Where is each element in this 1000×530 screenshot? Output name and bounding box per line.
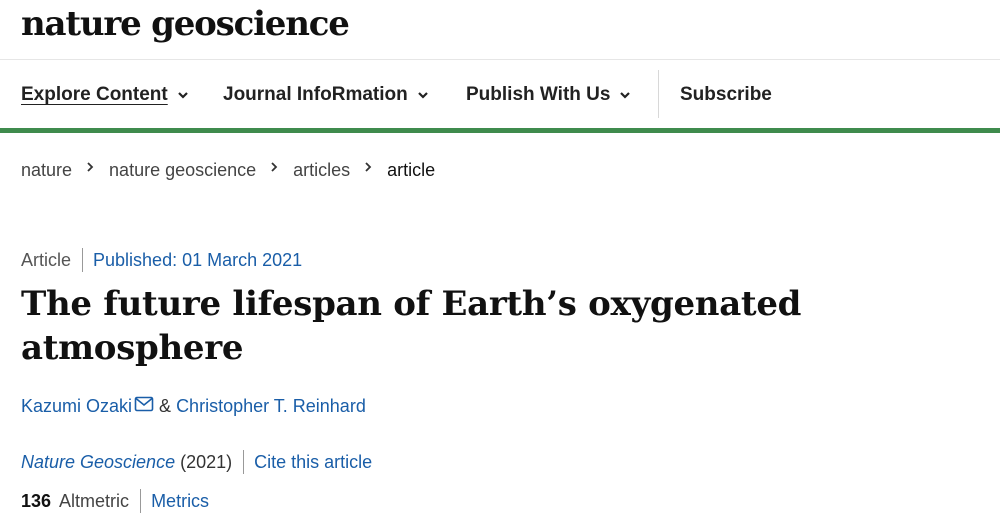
cite-this-article-link[interactable]: Cite this article — [254, 452, 372, 473]
author-link[interactable]: Kazumi Ozaki — [21, 396, 132, 417]
divider — [243, 450, 245, 474]
journal-year: (2021) — [180, 451, 233, 472]
altmetric-score: 136 — [21, 490, 52, 511]
nav-journal-information[interactable]: Journal InfoRmation — [223, 84, 429, 106]
article-title: The future lifespan of Earth’s oxygenate… — [21, 284, 802, 368]
divider — [82, 248, 84, 272]
journal-citation-row: Nature Geoscience (2021) Cite this artic… — [21, 450, 372, 474]
author-conjunction: & — [159, 396, 172, 416]
chevron-down-icon — [620, 92, 631, 99]
article-meta: Article Published: 01 March 2021 — [21, 248, 302, 272]
chevron-down-icon — [417, 92, 428, 99]
journal-name-link[interactable]: Nature Geoscience — [21, 452, 175, 473]
nav-explore-content[interactable]: Explore Content — [21, 84, 189, 106]
nav-item-label: Subscribe — [680, 84, 772, 105]
mail-icon[interactable] — [134, 396, 154, 412]
nav-item-label: Journal InfoRmation — [223, 84, 408, 105]
publication-date: Published: 01 March 2021 — [93, 249, 303, 270]
chevron-right-icon — [87, 161, 94, 172]
article-type: Article — [21, 249, 72, 270]
nav-item-label: Publish With Us — [466, 84, 611, 105]
metrics-row: 136 Altmetric Metrics — [21, 489, 209, 513]
nav-accent-bar — [0, 128, 1000, 133]
nav-divider — [658, 70, 659, 118]
author-link[interactable]: Christopher T. Reinhard — [176, 396, 366, 417]
masthead: nature geoscience — [0, 0, 1000, 60]
nav-subscribe[interactable]: Subscribe — [680, 84, 772, 106]
breadcrumb-item-nature[interactable]: nature — [21, 160, 72, 181]
breadcrumb: nature nature geoscience articles articl… — [21, 160, 435, 181]
main-nav: Explore Content Journal InfoRmation Publ… — [0, 60, 1000, 128]
divider — [140, 489, 142, 513]
nav-item-label: Explore Content — [21, 84, 168, 105]
chevron-down-icon — [177, 92, 188, 99]
breadcrumb-item-articles[interactable]: articles — [293, 160, 350, 181]
nav-publish-with-us[interactable]: Publish With Us — [466, 84, 631, 106]
breadcrumb-item-article: article — [387, 160, 436, 180]
author-list: Kazumi Ozaki & Christopher T. Reinhard — [21, 396, 366, 417]
site-logo[interactable]: nature geoscience — [21, 4, 350, 44]
chevron-right-icon — [271, 161, 278, 172]
breadcrumb-item-nature-geoscience[interactable]: nature geoscience — [109, 160, 256, 181]
metrics-link[interactable]: Metrics — [151, 491, 209, 512]
altmetric-label: Altmetric — [59, 490, 130, 511]
chevron-right-icon — [365, 161, 372, 172]
